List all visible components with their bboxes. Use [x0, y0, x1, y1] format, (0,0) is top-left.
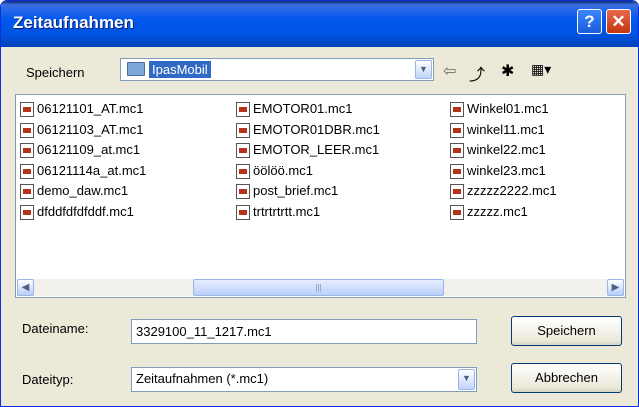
file-item[interactable]: trtrtrtrtt.mc1 — [236, 202, 320, 222]
scroll-left-icon[interactable]: ◀ — [17, 279, 34, 296]
up-folder-icon[interactable]: ⤴ — [469, 61, 485, 85]
file-icon — [236, 143, 250, 159]
file-icon — [20, 184, 34, 200]
file-icon — [236, 204, 250, 220]
file-icon — [450, 163, 464, 179]
file-icon — [236, 122, 250, 138]
file-name: EMOTOR_LEER.mc1 — [253, 142, 380, 157]
save-in-label: Speichern — [26, 65, 85, 80]
file-item[interactable]: 06121103_AT.mc1 — [20, 120, 143, 140]
file-name: winkel23.mc1 — [467, 162, 546, 178]
file-name: 06121101_AT.mc1 — [37, 101, 144, 116]
file-name: EMOTOR01DBR.mc1 — [253, 121, 380, 137]
file-icon — [236, 163, 250, 179]
close-button[interactable]: ✕ — [606, 9, 631, 34]
file-name: winkel22.mc1 — [467, 142, 546, 157]
file-name: 06121103_AT.mc1 — [37, 121, 144, 137]
file-icon — [450, 143, 464, 159]
filetype-value: Zeitaufnahmen (*.mc1) — [136, 371, 269, 386]
file-item[interactable]: zzzzz.mc1 — [450, 202, 528, 222]
file-name: 06121114a_at.mc1 — [37, 162, 147, 178]
file-item[interactable]: dfddfdfdfddf.mc1 — [20, 202, 134, 222]
file-name: EMOTOR01.mc1 — [253, 101, 353, 116]
file-icon — [20, 143, 34, 159]
back-icon[interactable]: ⇦ — [443, 61, 456, 81]
file-icon — [450, 184, 464, 200]
file-name: demo_daw.mc1 — [37, 183, 129, 198]
file-icon — [20, 122, 34, 138]
file-name: trtrtrtrtt.mc1 — [253, 203, 321, 219]
file-item[interactable]: winkel23.mc1 — [450, 161, 546, 181]
file-icon — [450, 204, 464, 220]
file-item[interactable]: 06121101_AT.mc1 — [20, 99, 143, 119]
file-item[interactable]: demo_daw.mc1 — [20, 181, 128, 201]
file-name: winkel11.mc1 — [467, 121, 545, 137]
filetype-dropdown-arrow-icon[interactable]: ▼ — [458, 369, 475, 390]
file-name: zzzzz2222.mc1 — [467, 183, 557, 198]
file-icon — [20, 102, 34, 118]
file-icon — [236, 102, 250, 118]
file-name: 06121109_at.mc1 — [37, 142, 141, 157]
file-icon — [450, 122, 464, 138]
file-item[interactable]: EMOTOR01.mc1 — [236, 99, 352, 119]
file-name: Winkel01.mc1 — [467, 101, 549, 116]
filetype-label: Dateityp: — [22, 372, 74, 387]
file-item[interactable]: post_brief.mc1 — [236, 181, 338, 201]
file-item[interactable]: 06121109_at.mc1 — [20, 140, 140, 160]
file-item[interactable]: zzzzz2222.mc1 — [450, 181, 557, 201]
file-item[interactable]: EMOTOR_LEER.mc1 — [236, 140, 379, 160]
cancel-button[interactable]: Abbrechen — [511, 363, 622, 393]
file-item[interactable]: EMOTOR01DBR.mc1 — [236, 120, 380, 140]
help-button[interactable]: ? — [577, 9, 602, 34]
file-name: zzzzz.mc1 — [467, 203, 528, 219]
file-name: post_brief.mc1 — [253, 183, 339, 198]
file-item[interactable]: öölöö.mc1 — [236, 161, 313, 181]
file-icon — [236, 184, 250, 200]
new-folder-icon[interactable]: ✱ — [501, 61, 514, 81]
file-icon — [450, 102, 464, 118]
scroll-thumb[interactable]: ||| — [193, 279, 444, 296]
folder-icon — [127, 62, 145, 76]
filename-label: Dateiname: — [22, 321, 89, 336]
horizontal-scrollbar[interactable]: ◀ ||| ▶ — [17, 279, 624, 296]
view-menu-icon[interactable]: ▦▾ — [531, 61, 551, 78]
save-button[interactable]: Speichern — [511, 316, 622, 346]
save-in-value: IpasMobil — [149, 61, 211, 78]
dropdown-arrow-icon[interactable]: ▼ — [415, 60, 432, 79]
scroll-right-icon[interactable]: ▶ — [607, 279, 624, 296]
file-name: öölöö.mc1 — [253, 162, 313, 178]
file-item[interactable]: 06121114a_at.mc1 — [20, 161, 146, 181]
file-icon — [20, 163, 34, 179]
filetype-dropdown[interactable]: Zeitaufnahmen (*.mc1) ▼ — [131, 367, 477, 392]
save-dialog: Zeitaufnahmen ? ✕ Speichern IpasMobil ▼ … — [0, 0, 639, 407]
save-in-dropdown[interactable]: IpasMobil ▼ — [120, 58, 434, 81]
filename-input[interactable]: 3329100_11_1217.mc1 — [131, 319, 477, 344]
title-bar: Zeitaufnahmen ? ✕ — [1, 1, 638, 47]
file-name: dfddfdfdfddf.mc1 — [37, 203, 134, 219]
file-icon — [20, 204, 34, 220]
file-item[interactable]: winkel11.mc1 — [450, 120, 545, 140]
file-item[interactable]: Winkel01.mc1 — [450, 99, 549, 119]
file-item[interactable]: winkel22.mc1 — [450, 140, 546, 160]
file-list[interactable]: 06121101_AT.mc1 06121103_AT.mc1 06121109_a… — [15, 94, 626, 298]
window-title: Zeitaufnahmen — [13, 13, 134, 32]
